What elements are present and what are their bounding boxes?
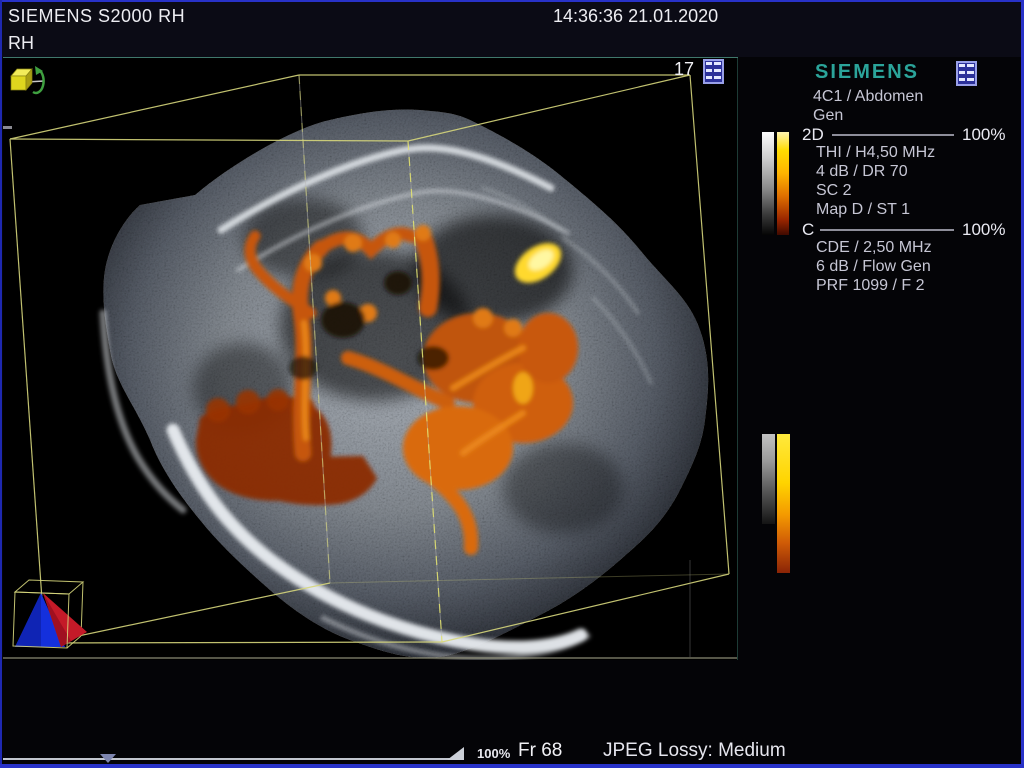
film-strip-icon[interactable]	[956, 61, 977, 86]
transducer-label: 4C1 / Abdomen	[813, 88, 923, 106]
ramp-triangle-icon	[447, 747, 464, 760]
screen-border-bottom	[0, 764, 1024, 768]
top-status-bar: SIEMENS S2000 RH 14:36:36 21.01.2020 RH	[2, 2, 1021, 57]
param-2d-gain-dr: 4 dB / DR 70	[816, 163, 908, 181]
siemens-logo: SIEMENS	[815, 61, 919, 84]
playhead-triangle-icon[interactable]	[100, 754, 116, 763]
mode-color-label: C	[802, 220, 814, 240]
film-strip-icon[interactable]	[703, 59, 724, 84]
grayscale-map-bar	[762, 132, 774, 235]
preset-label: Gen	[813, 107, 843, 125]
doppler-map-bar	[777, 132, 789, 235]
param-color-prf: PRF 1099 / F 2	[816, 277, 925, 295]
param-2d-frequency: THI / H4,50 MHz	[816, 144, 935, 162]
mode-2d-label: 2D	[802, 125, 824, 145]
system-name: SIEMENS S2000 RH	[8, 6, 185, 27]
ultrasound-image-area: 17	[3, 58, 738, 660]
mode-2d-divider	[832, 134, 954, 136]
rotation-cube-icon	[11, 66, 44, 93]
frame-counter: Fr 68	[518, 740, 562, 762]
mode-color-gain: 100%	[962, 220, 1005, 240]
datetime: 14:36:36 21.01.2020	[553, 6, 718, 27]
cine-scroll-bar[interactable]	[3, 758, 462, 760]
param-color-frequency: CDE / 2,50 MHz	[816, 239, 932, 257]
screen-border-top	[0, 0, 1024, 2]
ultrasound-screen: SIEMENS S2000 RH 14:36:36 21.01.2020 RH	[0, 0, 1024, 768]
operator-id: RH	[8, 33, 34, 54]
focus-depth-tick	[3, 126, 12, 129]
screen-border-left	[0, 0, 2, 768]
mode-2d-gain: 100%	[962, 125, 1005, 145]
mode-color-divider	[820, 229, 954, 231]
zoom-percent: 100%	[477, 746, 510, 761]
compression-status: JPEG Lossy: Medium	[603, 740, 786, 762]
param-2d-sc: SC 2	[816, 182, 852, 200]
grayscale-render-bar	[762, 434, 775, 524]
clip-number: 17	[674, 59, 694, 80]
orientation-cones-icon	[13, 580, 87, 648]
ultrasound-render	[3, 58, 738, 660]
param-2d-map: Map D / ST 1	[816, 201, 910, 219]
doppler-render-bar	[777, 434, 790, 573]
param-color-flow: 6 dB / Flow Gen	[816, 258, 931, 276]
